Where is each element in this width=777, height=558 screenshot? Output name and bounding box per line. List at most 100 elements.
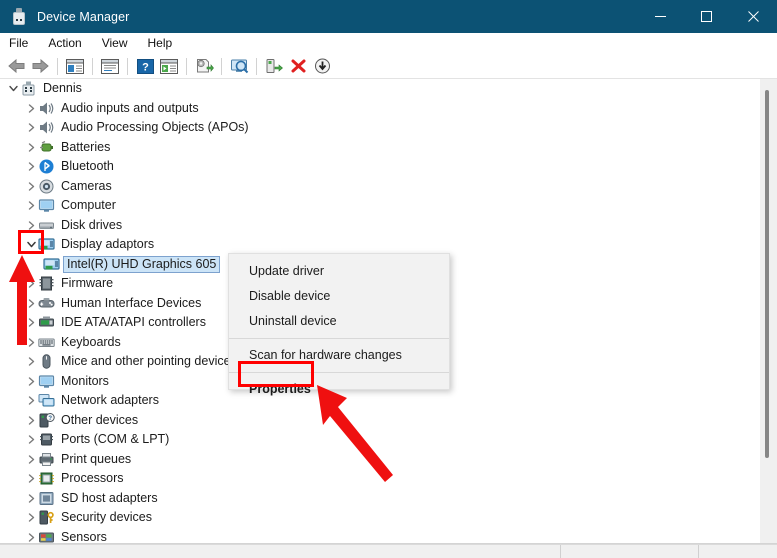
update-driver-icon[interactable] (192, 55, 216, 77)
computer-root-icon (20, 80, 37, 97)
context-menu-uninstall-device[interactable]: Uninstall device (229, 309, 449, 334)
chevron-right-icon[interactable] (24, 450, 38, 469)
forward-icon[interactable] (28, 55, 52, 77)
chevron-right-icon[interactable] (24, 528, 38, 543)
toolbar-separator (92, 57, 93, 75)
chevron-right-icon[interactable] (24, 157, 38, 176)
tree-row-cameras[interactable]: Cameras (0, 177, 760, 197)
tree-label: Display adaptors (61, 237, 155, 252)
scan-for-hardware-changes-icon[interactable] (227, 55, 251, 77)
chevron-right-icon[interactable] (24, 469, 38, 488)
menu-help[interactable]: Help (138, 33, 183, 54)
printer-icon (38, 451, 55, 468)
tree-label: Audio inputs and outputs (61, 100, 199, 115)
context-menu-disable-device[interactable]: Disable device (229, 284, 449, 309)
toolbar-separator (127, 57, 128, 75)
tree-label: Network adapters (61, 393, 159, 408)
menu-bar: File Action View Help (0, 33, 777, 54)
chevron-right-icon[interactable] (24, 489, 38, 508)
context-menu-update-driver[interactable]: Update driver (229, 259, 449, 284)
properties-icon[interactable] (98, 55, 122, 77)
tree-label: Keyboards (61, 334, 121, 349)
scrollbar-thumb[interactable] (765, 90, 769, 458)
device-manager-icon (10, 7, 28, 26)
context-menu-separator (229, 338, 449, 339)
window-controls (637, 0, 777, 33)
speaker-icon (38, 100, 55, 117)
toolbar: ? (0, 54, 777, 79)
chevron-right-icon[interactable] (24, 391, 38, 410)
disable-device-icon[interactable] (310, 55, 334, 77)
sd-host-adapter-icon (38, 490, 55, 507)
chevron-down-icon[interactable] (6, 79, 20, 98)
enable-device-icon[interactable] (262, 55, 286, 77)
tree-label: Mice and other pointing devices (61, 354, 237, 369)
toolbar-separator (186, 57, 187, 75)
tree-label: Other devices (61, 412, 139, 427)
menu-file[interactable]: File (0, 33, 38, 54)
device-manager-window: Device Manager File Action View Help ? D… (0, 0, 777, 558)
tree-label: Cameras (61, 178, 112, 193)
tree-row-audio-processing-objects-apos[interactable]: Audio Processing Objects (APOs) (0, 118, 760, 138)
back-icon[interactable] (4, 55, 28, 77)
menu-view[interactable]: View (92, 33, 138, 54)
security-device-icon (38, 509, 55, 526)
chevron-right-icon[interactable] (24, 118, 38, 137)
tree-label: Intel(R) UHD Graphics 605 (63, 255, 221, 273)
menu-action[interactable]: Action (38, 33, 91, 54)
tree-row-batteries[interactable]: Batteries (0, 138, 760, 158)
tree-row-computer[interactable]: Computer (0, 196, 760, 216)
monitor-icon (38, 373, 55, 390)
chevron-right-icon[interactable] (24, 352, 38, 371)
tree-label: Batteries (61, 139, 111, 154)
vertical-scrollbar[interactable] (760, 79, 777, 543)
tree-row-audio-inputs-and-outputs[interactable]: Audio inputs and outputs (0, 99, 760, 119)
maximize-button[interactable] (683, 0, 729, 33)
tree-row-sensors[interactable]: Sensors (0, 528, 760, 543)
tree-label: Dennis (43, 81, 82, 96)
speaker-icon (38, 119, 55, 136)
tree-label: Bluetooth (61, 159, 114, 174)
close-button[interactable] (729, 0, 777, 33)
tree-label: Firmware (61, 276, 114, 291)
help-icon[interactable]: ? (133, 55, 157, 77)
tree-label: IDE ATA/ATAPI controllers (61, 315, 206, 330)
show-hide-console-tree-icon[interactable] (63, 55, 87, 77)
tree-label: Sensors (61, 529, 107, 543)
network-adapter-icon (38, 392, 55, 409)
window-title: Device Manager (37, 9, 130, 24)
title-bar: Device Manager (0, 0, 777, 33)
toolbar-separator (221, 57, 222, 75)
tree-row-display-adaptors[interactable]: Display adaptors (0, 235, 760, 255)
svg-text:?: ? (48, 416, 52, 422)
chevron-right-icon[interactable] (24, 372, 38, 391)
status-bar (0, 544, 777, 558)
chevron-right-icon[interactable] (24, 508, 38, 527)
tree-row-security-devices[interactable]: Security devices (0, 508, 760, 528)
chevron-right-icon[interactable] (24, 430, 38, 449)
chevron-right-icon[interactable] (24, 99, 38, 118)
chevron-right-icon[interactable] (24, 138, 38, 157)
tree-label: Security devices (61, 510, 153, 525)
chevron-right-icon[interactable] (24, 196, 38, 215)
tree-label: Monitors (61, 373, 109, 388)
tree-row-root[interactable]: Dennis (0, 79, 760, 99)
processor-icon (38, 470, 55, 487)
tree-row-sd-host-adapters[interactable]: SD host adapters (0, 489, 760, 509)
tree-label: Human Interface Devices (61, 295, 202, 310)
tree-row-bluetooth[interactable]: Bluetooth (0, 157, 760, 177)
chevron-right-icon[interactable] (24, 411, 38, 430)
minimize-button[interactable] (637, 0, 683, 33)
other-device-icon: ? (38, 412, 55, 429)
tree-row-disk-drives[interactable]: Disk drives (0, 216, 760, 236)
tree-label: Ports (COM & LPT) (61, 432, 170, 447)
status-divider (698, 545, 699, 558)
tree-label: Computer (61, 198, 116, 213)
toolbar-separator (57, 57, 58, 75)
uninstall-device-icon[interactable] (286, 55, 310, 77)
annotation-arrow-right (317, 385, 393, 482)
show-hide-action-pane-icon[interactable] (157, 55, 181, 77)
chevron-right-icon[interactable] (24, 177, 38, 196)
bluetooth-icon (38, 158, 55, 175)
battery-icon (38, 139, 55, 156)
